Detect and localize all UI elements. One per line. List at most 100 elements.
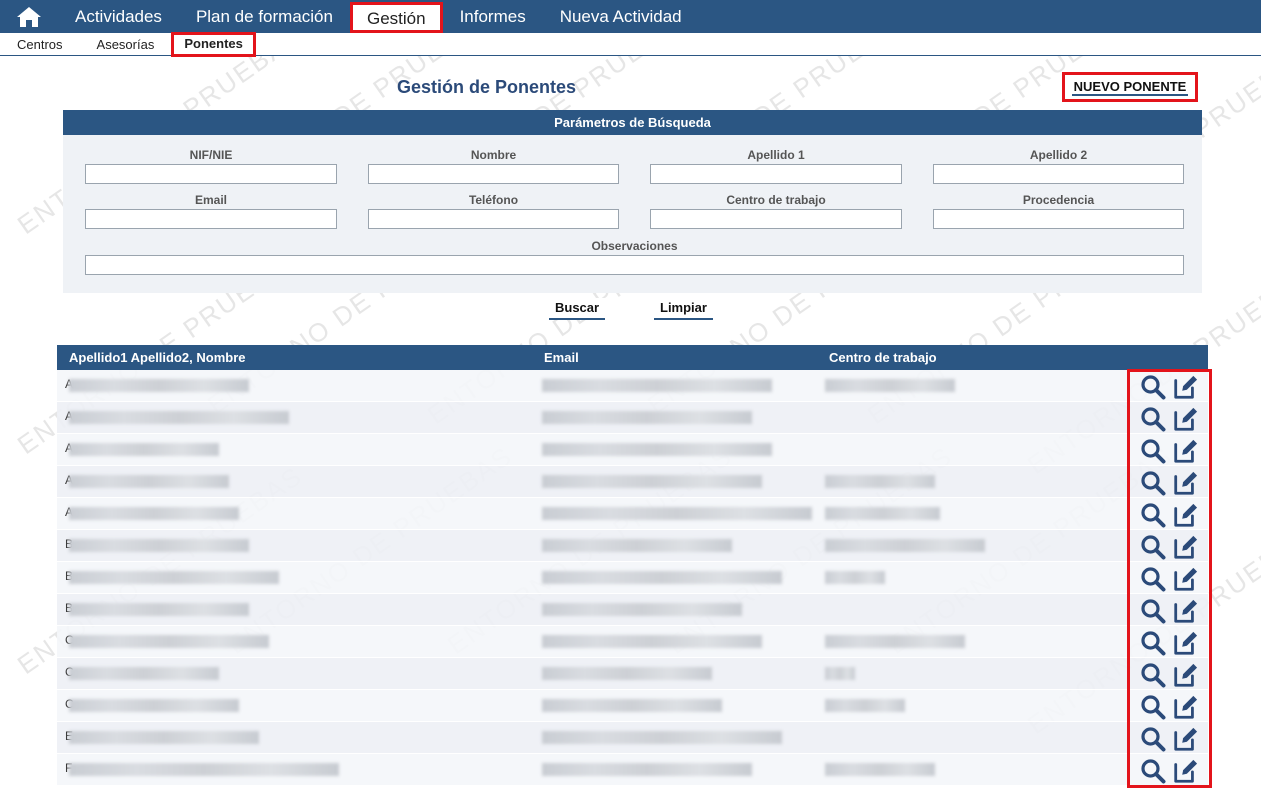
view-icon[interactable] — [1140, 502, 1166, 528]
view-icon[interactable] — [1140, 630, 1166, 656]
nav-informes[interactable]: Informes — [443, 0, 543, 33]
search-panel: Parámetros de Búsqueda NIF/NIE Nombre Ap… — [63, 110, 1202, 293]
email-label: Email — [194, 193, 227, 207]
apellido2-input[interactable] — [933, 164, 1184, 184]
view-icon[interactable] — [1140, 598, 1166, 624]
procedencia-label: Procedencia — [1022, 193, 1095, 207]
row-centro — [825, 665, 855, 682]
row-email — [542, 473, 762, 490]
edit-icon[interactable] — [1172, 630, 1198, 656]
search-panel-header: Parámetros de Búsqueda — [63, 110, 1202, 135]
results-body: AAAAABBBCCCEF — [57, 370, 1208, 786]
row-email — [542, 633, 762, 650]
centro-label: Centro de trabajo — [726, 193, 826, 207]
procedencia-input[interactable] — [933, 209, 1184, 229]
nombre-label: Nombre — [470, 148, 517, 162]
row-centro — [825, 505, 940, 522]
edit-icon[interactable] — [1172, 694, 1198, 720]
row-name — [69, 377, 249, 394]
results-header: Apellido1 Apellido2, Nombre Email Centro… — [57, 345, 1208, 370]
row-name — [69, 505, 239, 522]
row-email — [542, 665, 712, 682]
row-email — [542, 697, 722, 714]
table-row: A — [57, 434, 1208, 466]
view-icon[interactable] — [1140, 726, 1166, 752]
table-row: F — [57, 754, 1208, 786]
row-name — [69, 761, 339, 778]
column-nombre: Apellido1 Apellido2, Nombre — [69, 350, 246, 365]
subnav-ponentes[interactable]: Ponentes — [171, 32, 256, 57]
view-icon[interactable] — [1140, 438, 1166, 464]
row-actions — [1140, 566, 1198, 592]
edit-icon[interactable] — [1172, 438, 1198, 464]
edit-icon[interactable] — [1172, 566, 1198, 592]
row-actions — [1140, 470, 1198, 496]
observaciones-input[interactable] — [85, 255, 1184, 275]
row-actions — [1140, 726, 1198, 752]
nif-input[interactable] — [85, 164, 337, 184]
edit-icon[interactable] — [1172, 598, 1198, 624]
subnav-centros[interactable]: Centros — [0, 37, 80, 52]
limpiar-button[interactable]: Limpiar — [654, 298, 713, 320]
nav-nueva-actividad[interactable]: Nueva Actividad — [543, 0, 699, 33]
view-icon[interactable] — [1140, 662, 1166, 688]
subnav-asesorias[interactable]: Asesorías — [80, 37, 172, 52]
edit-icon[interactable] — [1172, 502, 1198, 528]
row-actions — [1140, 374, 1198, 400]
view-icon[interactable] — [1140, 758, 1166, 784]
view-icon[interactable] — [1140, 374, 1166, 400]
view-icon[interactable] — [1140, 406, 1166, 432]
row-email — [542, 729, 782, 746]
row-centro — [825, 377, 955, 394]
table-row: A — [57, 402, 1208, 434]
table-row: A — [57, 466, 1208, 498]
row-centro — [825, 761, 935, 778]
view-icon[interactable] — [1140, 534, 1166, 560]
new-ponente-button[interactable]: NUEVO PONENTE — [1062, 72, 1198, 102]
observaciones-label: Observaciones — [591, 239, 678, 253]
row-actions — [1140, 502, 1198, 528]
buscar-button[interactable]: Buscar — [549, 298, 606, 320]
table-row: E — [57, 722, 1208, 754]
row-email — [542, 569, 782, 586]
nombre-input[interactable] — [368, 164, 619, 184]
table-row: A — [57, 370, 1208, 402]
view-icon[interactable] — [1140, 470, 1166, 496]
edit-icon[interactable] — [1172, 534, 1198, 560]
view-icon[interactable] — [1140, 566, 1166, 592]
edit-icon[interactable] — [1172, 758, 1198, 784]
edit-icon[interactable] — [1172, 726, 1198, 752]
edit-icon[interactable] — [1172, 406, 1198, 432]
edit-icon[interactable] — [1172, 470, 1198, 496]
column-email: Email — [544, 350, 579, 365]
view-icon[interactable] — [1140, 694, 1166, 720]
new-ponente-label: NUEVO PONENTE — [1071, 78, 1189, 96]
telefono-input[interactable] — [368, 209, 619, 229]
row-name — [69, 569, 279, 586]
telefono-label: Teléfono — [468, 193, 519, 207]
nav-actividades[interactable]: Actividades — [58, 0, 179, 33]
edit-icon[interactable] — [1172, 662, 1198, 688]
row-email — [542, 761, 752, 778]
edit-icon[interactable] — [1172, 374, 1198, 400]
apellido1-label: Apellido 1 — [747, 148, 805, 162]
home-button[interactable] — [0, 0, 58, 33]
row-name — [69, 633, 269, 650]
row-actions — [1140, 598, 1198, 624]
table-row: B — [57, 594, 1208, 626]
row-name — [69, 409, 289, 426]
row-email — [542, 537, 732, 554]
row-name — [69, 697, 239, 714]
nav-plan-formacion[interactable]: Plan de formación — [179, 0, 350, 33]
row-email — [542, 441, 772, 458]
centro-input[interactable] — [650, 209, 902, 229]
nav-gestion[interactable]: Gestión — [349, 2, 443, 33]
email-input[interactable] — [85, 209, 337, 229]
row-email — [542, 505, 812, 522]
row-actions — [1140, 534, 1198, 560]
table-row: C — [57, 626, 1208, 658]
apellido1-input[interactable] — [650, 164, 902, 184]
top-navigation: Actividades Plan de formación Gestión In… — [0, 0, 1261, 33]
table-row: A — [57, 498, 1208, 530]
row-centro — [825, 473, 935, 490]
